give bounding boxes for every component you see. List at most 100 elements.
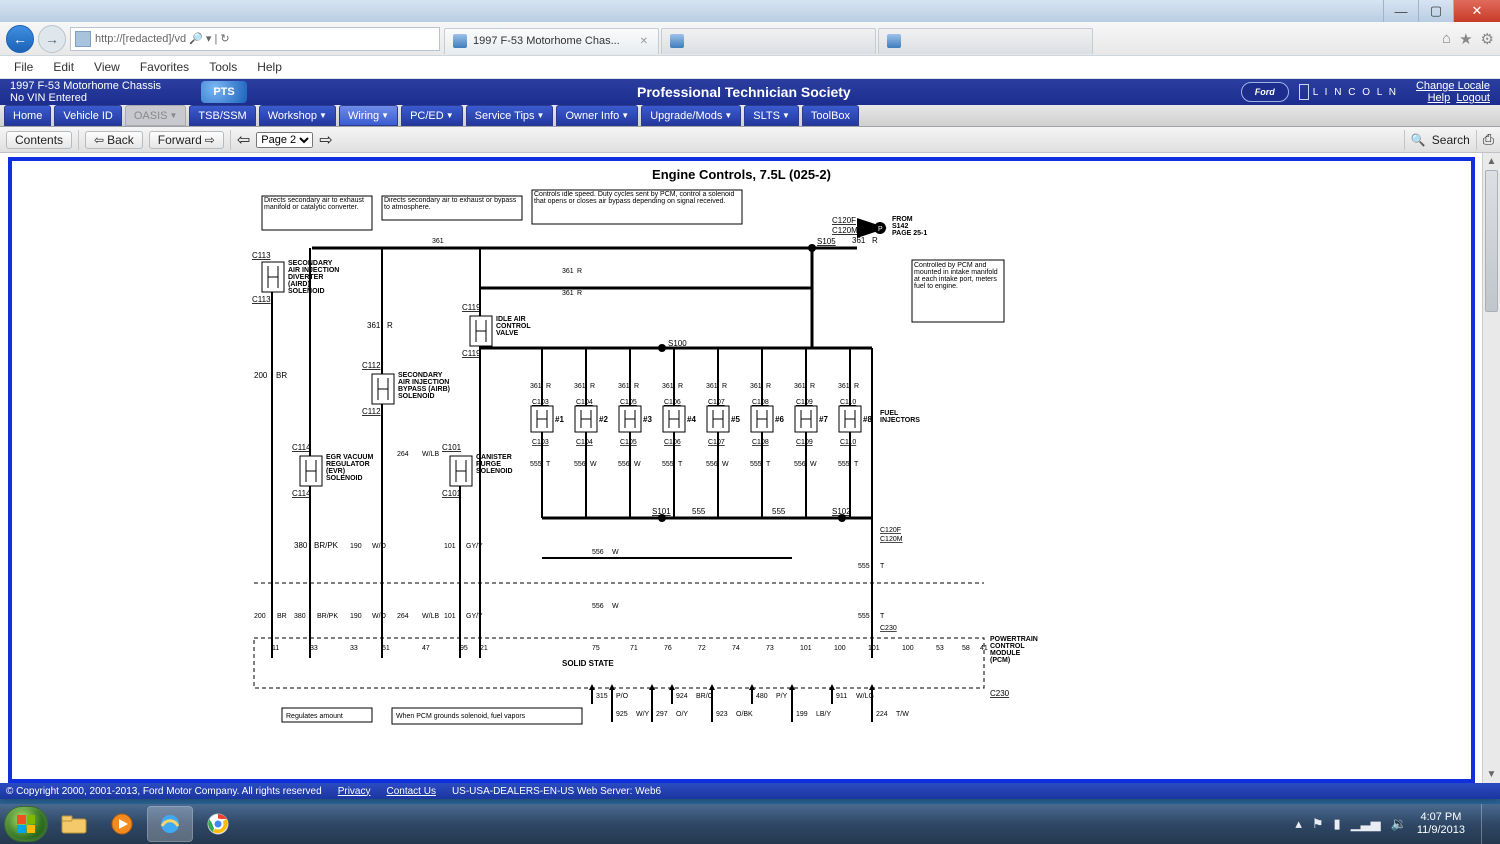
svg-text:W: W xyxy=(722,461,729,468)
svg-text:361: 361 xyxy=(574,383,586,390)
svg-text:R: R xyxy=(872,236,878,245)
wmplayer-task-icon[interactable] xyxy=(100,807,144,841)
forward-button[interactable]: → xyxy=(38,25,66,53)
ie-task-icon[interactable] xyxy=(148,807,192,841)
svg-text:C110: C110 xyxy=(840,439,856,446)
pts-toolbar[interactable]: HomeVehicle IDOASIS▼TSB/SSMWorkshop▼Wiri… xyxy=(0,105,1500,127)
svg-text:T: T xyxy=(880,613,885,620)
scroll-up-icon[interactable]: ▲ xyxy=(1483,153,1500,170)
scroll-thumb[interactable] xyxy=(1485,170,1498,312)
chevron-down-icon: ▼ xyxy=(446,111,454,120)
system-tray[interactable]: ▴ ⚑ ▮ ▁▃▅ 🔉 4:07 PM 11/9/2013 xyxy=(1295,804,1496,844)
svg-text:361: 361 xyxy=(750,383,762,390)
toolbar-tab-tsb-ssm[interactable]: TSB/SSM xyxy=(189,105,255,126)
menu-item-edit[interactable]: Edit xyxy=(45,58,82,76)
svg-text:R: R xyxy=(577,268,582,275)
toolbar-tab-slts[interactable]: SLTS▼ xyxy=(744,105,799,126)
svg-text:C104: C104 xyxy=(576,439,593,446)
svg-text:C110: C110 xyxy=(840,399,856,406)
tray-network-icon[interactable]: ▁▃▅ xyxy=(1351,816,1381,832)
help-link[interactable]: Help xyxy=(1428,92,1451,104)
search-icon[interactable]: 🔍 xyxy=(1411,133,1426,147)
page-forward-button[interactable]: Forward⇨ xyxy=(149,131,224,149)
show-desktop-button[interactable] xyxy=(1481,804,1492,844)
favicon-icon xyxy=(670,34,684,48)
tray-battery-icon[interactable]: ▮ xyxy=(1334,816,1341,832)
browser-tab[interactable]: 1997 F-53 Motorhome Chas...✕ xyxy=(444,28,659,54)
scroll-down-icon[interactable]: ▼ xyxy=(1483,766,1500,783)
svg-text:361: 361 xyxy=(852,236,866,245)
svg-text:C103: C103 xyxy=(532,439,549,446)
toolbar-tab-toolbox[interactable]: ToolBox xyxy=(802,105,859,126)
tab-label: PC/ED xyxy=(410,110,444,122)
page-select[interactable]: Page 2 xyxy=(256,132,313,148)
titlebar[interactable]: — ▢ ✕ xyxy=(0,0,1500,22)
back-button[interactable]: ← xyxy=(6,25,34,53)
tab-close-icon[interactable]: ✕ xyxy=(640,36,648,47)
tray-clock[interactable]: 4:07 PM 11/9/2013 xyxy=(1417,811,1465,837)
vertical-scrollbar[interactable]: ▲ ▼ xyxy=(1482,153,1500,783)
toolbar-tab-pc-ed[interactable]: PC/ED▼ xyxy=(401,105,463,126)
tray-up-icon[interactable]: ▴ xyxy=(1295,816,1302,832)
contents-button[interactable]: Contents xyxy=(6,131,72,149)
separator xyxy=(78,130,79,150)
svg-text:R: R xyxy=(722,383,727,390)
svg-text:555: 555 xyxy=(772,507,786,516)
home-icon[interactable]: ⌂ xyxy=(1442,30,1451,48)
browser-tab[interactable] xyxy=(661,28,876,54)
close-button[interactable]: ✕ xyxy=(1453,0,1500,22)
separator xyxy=(230,130,231,150)
contact-link[interactable]: Contact Us xyxy=(386,786,435,797)
tab-label: SLTS xyxy=(753,110,780,122)
toolbar-tab-workshop[interactable]: Workshop▼ xyxy=(259,105,336,126)
minimize-button[interactable]: — xyxy=(1383,0,1418,22)
svg-text:C113: C113 xyxy=(252,295,271,304)
print-icon[interactable]: ⎙ xyxy=(1483,131,1494,148)
tools-icon[interactable]: ⚙ xyxy=(1481,30,1494,48)
chrome-task-icon[interactable] xyxy=(196,807,240,841)
toolbar-tab-upgrade-mods[interactable]: Upgrade/Mods▼ xyxy=(641,105,741,126)
svg-text:556: 556 xyxy=(574,461,586,468)
change-locale-link[interactable]: Change Locale xyxy=(1416,80,1490,92)
svg-text:361: 361 xyxy=(706,383,718,390)
svg-text:C109: C109 xyxy=(796,439,813,446)
menu-item-file[interactable]: File xyxy=(6,58,41,76)
toolbar-tab-service-tips[interactable]: Service Tips▼ xyxy=(466,105,554,126)
svg-text:SOLID STATE: SOLID STATE xyxy=(562,659,614,668)
browser-tab[interactable] xyxy=(878,28,1093,54)
search-label[interactable]: Search xyxy=(1432,133,1470,147)
toolbar-tab-owner-info[interactable]: Owner Info▼ xyxy=(556,105,638,126)
address-bar[interactable]: http://[redacted]/vd 🔎 ▾ | ↻ xyxy=(70,27,440,51)
page-back-button[interactable]: ⇦Back xyxy=(85,131,143,149)
menu-item-view[interactable]: View xyxy=(86,58,128,76)
next-page-icon[interactable]: ⇨ xyxy=(319,130,332,150)
svg-text:361: 361 xyxy=(794,383,806,390)
tray-flag-icon[interactable]: ⚑ xyxy=(1312,816,1324,832)
svg-text:264: 264 xyxy=(397,451,409,458)
explorer-task-icon[interactable] xyxy=(52,807,96,841)
toolbar-tab-vehicle-id[interactable]: Vehicle ID xyxy=(54,105,122,126)
privacy-link[interactable]: Privacy xyxy=(338,786,371,797)
logout-link[interactable]: Logout xyxy=(1456,92,1490,104)
tray-volume-icon[interactable]: 🔉 xyxy=(1391,816,1407,832)
toolbar-tab-home[interactable]: Home xyxy=(4,105,51,126)
svg-text:C112: C112 xyxy=(362,407,381,416)
ie-tools: ⌂ ★ ⚙ xyxy=(1442,30,1494,48)
svg-text:C106: C106 xyxy=(664,399,681,406)
start-button[interactable] xyxy=(4,806,48,842)
windows-logo-icon xyxy=(17,815,35,833)
prev-page-icon[interactable]: ⇦ xyxy=(237,130,250,150)
menu-item-tools[interactable]: Tools xyxy=(201,58,245,76)
chevron-down-icon: ▼ xyxy=(537,111,545,120)
svg-text:C120M: C120M xyxy=(880,536,903,543)
svg-text:C120F: C120F xyxy=(832,216,856,225)
menu-item-help[interactable]: Help xyxy=(249,58,290,76)
taskbar[interactable]: ▴ ⚑ ▮ ▁▃▅ 🔉 4:07 PM 11/9/2013 xyxy=(0,804,1500,844)
toolbar-tab-wiring[interactable]: Wiring▼ xyxy=(339,105,398,126)
maximize-button[interactable]: ▢ xyxy=(1418,0,1453,22)
menu-bar[interactable]: FileEditViewFavoritesToolsHelp xyxy=(0,56,1500,79)
tab-label: Owner Info xyxy=(565,110,619,122)
menu-item-favorites[interactable]: Favorites xyxy=(132,58,197,76)
favorites-icon[interactable]: ★ xyxy=(1459,30,1472,48)
svg-text:S102: S102 xyxy=(832,507,851,516)
